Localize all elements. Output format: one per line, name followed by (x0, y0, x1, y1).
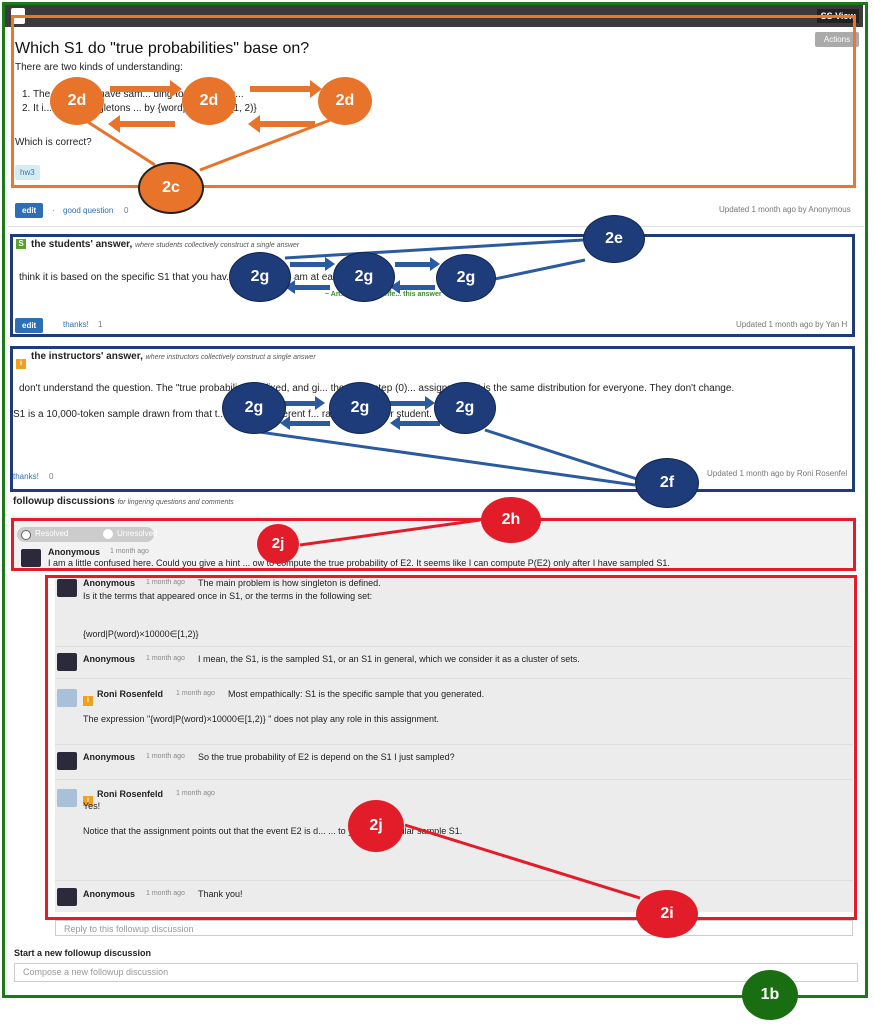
annotation-badge-2g: 2g (329, 382, 391, 434)
annotation-badge-2h: 2h (481, 497, 541, 543)
annotation-badge-2j: 2j (348, 800, 404, 852)
annotation-badge-2g: 2g (436, 254, 496, 302)
annotation-badge-2e: 2e (583, 215, 645, 263)
annotation-badge-2g: 2g (229, 252, 291, 302)
annotation-badge-2g: 2g (222, 382, 286, 434)
annotation-badge-2c: 2c (138, 162, 204, 214)
annotation-badge-1b: 1b (742, 970, 798, 1020)
annotation-badge-2j: 2j (257, 524, 299, 564)
annotation-badge-2f: 2f (635, 458, 699, 508)
annotation-badge-2g: 2g (434, 382, 496, 434)
annotation-badge-2d: 2d (318, 77, 372, 125)
annotation-badge-2i: 2i (636, 890, 698, 938)
annotation-badge-2d: 2d (50, 77, 104, 125)
annotation-overlay (79, 80, 641, 900)
annotation-badge-2d: 2d (182, 77, 236, 125)
annotation-badge-2g: 2g (333, 252, 395, 302)
